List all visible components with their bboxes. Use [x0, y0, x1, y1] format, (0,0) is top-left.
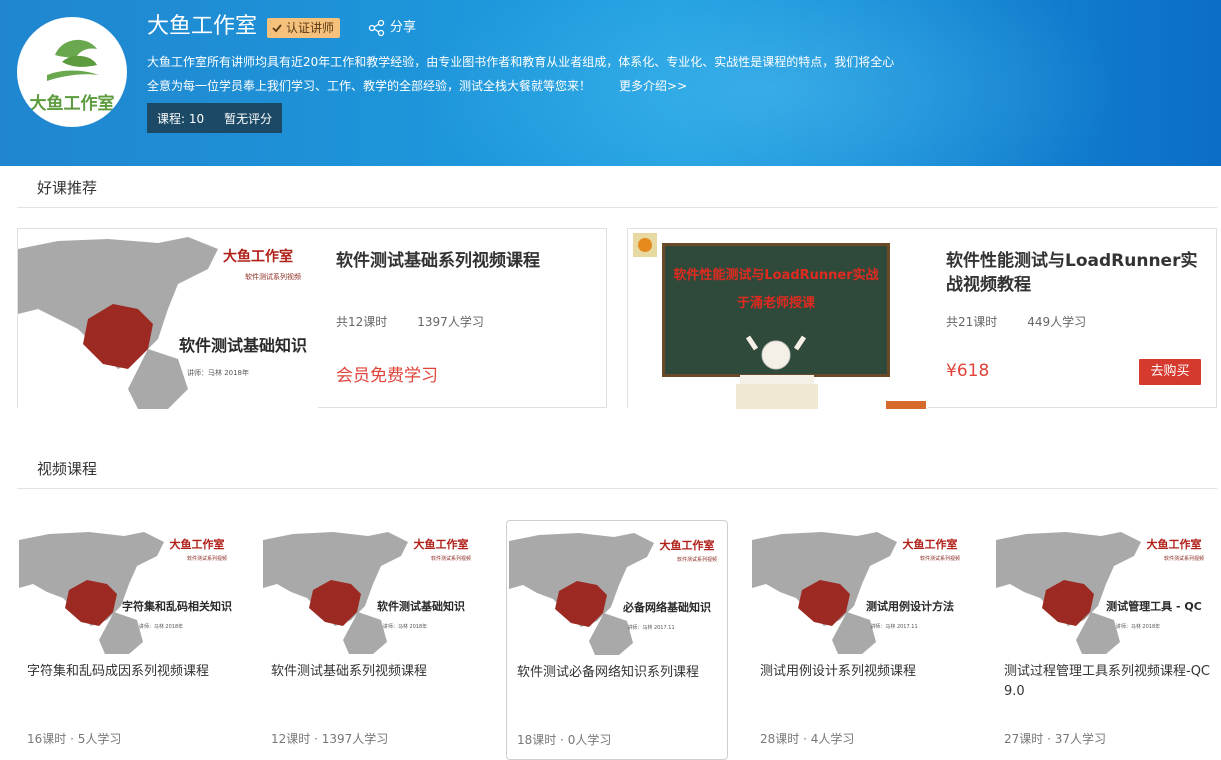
course-title[interactable]: 软件测试基础系列视频课程: [271, 662, 477, 682]
avatar[interactable]: 大鱼工作室: [17, 17, 127, 127]
course-meta: 16课时 · 5人学习: [27, 732, 122, 746]
course-thumbnail[interactable]: 软件性能测试与LoadRunner实战 于涌老师授课: [628, 229, 928, 409]
student-count: 449人学习: [1027, 315, 1087, 329]
teacher-header: 大鱼工作室 大鱼工作室 认证讲师 分享 大鱼工作室所有讲师均具有近20年工作和教…: [0, 0, 1221, 166]
thumb-subtitle: 软件测试系列视频: [431, 555, 471, 562]
course-meta: 共21课时 449人学习: [946, 313, 1086, 330]
thumb-brand: 大鱼工作室: [414, 537, 469, 551]
course-price: ¥618: [946, 361, 990, 381]
course-meta: 共12课时 1397人学习: [336, 313, 484, 330]
thumb-author: 讲师：马林 2017.11: [870, 623, 917, 630]
course-title[interactable]: 字符集和乱码成因系列视频课程: [27, 662, 233, 682]
share-label: 分享: [390, 20, 417, 35]
certified-badge: 认证讲师: [267, 18, 341, 38]
thumb-title: 软件测试基础知识: [377, 599, 465, 613]
lesson-count: 共12课时: [336, 315, 388, 329]
teacher-description: 大鱼工作室所有讲师均具有近20年工作和教学经验，由专业图书作者和教育从业者组成，…: [147, 50, 907, 98]
thumb-subtitle: 软件测试系列视频: [1164, 555, 1204, 562]
thumb-brand: 大鱼工作室: [660, 538, 715, 552]
course-thumbnail[interactable]: 大鱼工作室软件测试系列视频测试管理工具 - QC 讲师：马林 2018年: [996, 526, 1214, 654]
course-meta: 27课时 · 37人学习: [1004, 732, 1106, 746]
thumb-title: 软件测试基础知识: [179, 336, 307, 355]
thumb-title: 测试用例设计方法: [866, 599, 954, 613]
desc-line-1: 大鱼工作室所有讲师均具有近20年工作和教学经验，由专业图书作者和教育从业者组成，…: [147, 55, 895, 69]
page-title: 大鱼工作室: [147, 14, 258, 39]
course-thumbnail[interactable]: 大鱼工作室软件测试系列视频软件测试基础知识讲师：马林 2018年: [263, 526, 481, 654]
course-thumbnail[interactable]: 大鱼工作室软件测试系列视频测试用例设计方法讲师：马林 2017.11: [752, 526, 970, 654]
featured-card[interactable]: 软件性能测试与LoadRunner实战 于涌老师授课 软件性能测试与LoadRu…: [627, 228, 1217, 409]
thumb-title: 测试管理工具 - QC: [1106, 599, 1202, 613]
student-count: 1397人学习: [417, 315, 484, 329]
thumb-brand: 大鱼工作室: [223, 248, 293, 265]
thumb-title: 字符集和乱码相关知识: [122, 599, 232, 613]
thumb-brand: 大鱼工作室: [903, 537, 958, 551]
thumb-subtitle: 软件测试系列视频: [920, 555, 960, 562]
video-course-card[interactable]: 大鱼工作室软件测试系列视频测试管理工具 - QC 讲师：马林 2018年测试过程管…: [994, 520, 1216, 760]
thumb-author: 讲师：马林 2018年: [187, 368, 249, 377]
share-button[interactable]: 分享: [368, 18, 416, 38]
thumb-line-1: 软件性能测试与LoadRunner实战: [673, 267, 878, 283]
thumb-author: 讲师：马林 2018年: [139, 623, 183, 630]
thumb-author: 讲师：马林 2018年: [383, 623, 427, 630]
section-title: 视频课程: [37, 460, 98, 478]
thumb-subtitle: 软件测试系列视频: [245, 272, 301, 281]
share-icon: [368, 19, 385, 37]
thumb-brand: 大鱼工作室: [170, 537, 225, 551]
video-course-card[interactable]: 大鱼工作室软件测试系列视频软件测试基础知识讲师：马林 2018年软件测试基础系列…: [261, 520, 483, 760]
rating: 暂无评分: [224, 111, 273, 126]
video-course-card[interactable]: 大鱼工作室软件测试系列视频字符集和乱码相关知识讲师：马林 2018年字符集和乱码…: [17, 520, 239, 760]
stats-bar: 课程: 10 暂无评分: [147, 103, 283, 133]
course-meta: 28课时 · 4人学习: [760, 732, 855, 746]
section-title: 好课推荐: [37, 179, 98, 197]
video-course-card[interactable]: 大鱼工作室 软件测试系列视频 测试用例设计方法 讲师：马林 2017.11 测试用例设计…: [750, 520, 972, 760]
course-title[interactable]: 软件性能测试与LoadRunner实战视频教程: [946, 249, 1206, 297]
course-price: 会员免费学习: [336, 366, 438, 386]
course-count: 课程: 10: [157, 111, 205, 126]
video-course-card[interactable]: 大鱼工作室软件测试系列视频必备网络基础知识讲师：马林 2017.11 软件测试必备…: [506, 520, 728, 760]
section-featured: 好课推荐: [17, 166, 1217, 208]
fish-logo-icon: 大鱼工作室: [30, 39, 115, 114]
thumb-subtitle: 软件测试系列视频: [677, 556, 717, 563]
check-icon: [272, 24, 282, 33]
more-intro-link[interactable]: 更多介绍>>: [619, 79, 687, 93]
thumb-brand: 大鱼工作室: [1147, 537, 1202, 551]
featured-card[interactable]: 大鱼工作室 软件测试系列视频 软件测试基础知识 讲师：马林 2018年 软件测试…: [17, 228, 607, 409]
logo-text: 大鱼工作室: [30, 93, 115, 114]
course-meta: 18课时 · 0人学习: [517, 733, 612, 747]
course-title[interactable]: 软件测试基础系列视频课程: [336, 249, 596, 273]
thumb-title: 必备网络基础知识: [622, 600, 711, 614]
thumb-author: 讲师：马林 2017.11: [627, 624, 674, 631]
course-title[interactable]: 测试过程管理工具系列视频课程-QC 9.0: [1004, 662, 1210, 702]
desc-line-2: 全意为每一位学员奉上我们学习、工作、教学的全部经验，测试全栈大餐就等您来！: [147, 79, 592, 93]
course-title[interactable]: 软件测试必备网络知识系列课程: [517, 663, 723, 683]
course-meta: 12课时 · 1397人学习: [271, 732, 389, 746]
thumb-subtitle: 软件测试系列视频: [187, 555, 227, 562]
badge-label: 认证讲师: [286, 21, 335, 35]
lesson-count: 共21课时: [946, 315, 998, 329]
course-thumbnail[interactable]: 大鱼工作室 软件测试系列视频 软件测试基础知识 讲师：马林 2018年: [18, 229, 318, 409]
thumb-line-2: 于涌老师授课: [737, 295, 816, 311]
course-thumbnail[interactable]: 大鱼工作室软件测试系列视频字符集和乱码相关知识讲师：马林 2018年: [19, 526, 237, 654]
section-videos: 视频课程: [17, 447, 1217, 489]
buy-button[interactable]: 去购买: [1139, 359, 1201, 385]
thumb-author: 讲师：马林 2018年: [1116, 623, 1160, 630]
course-thumbnail[interactable]: 大鱼工作室软件测试系列视频必备网络基础知识讲师：马林 2017.11: [509, 527, 727, 655]
course-title[interactable]: 测试用例设计系列视频课程: [760, 662, 966, 682]
